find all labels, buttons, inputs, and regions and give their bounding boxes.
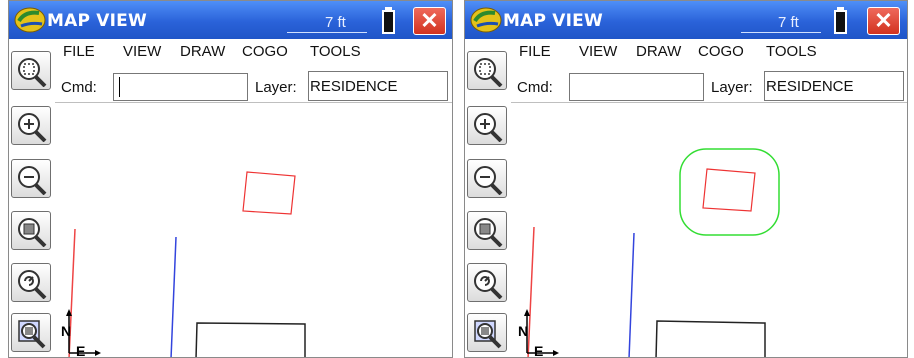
menu-tools[interactable]: TOOLS: [766, 43, 817, 60]
red-boundary-line[interactable]: [527, 226, 535, 358]
menu-view[interactable]: VIEW: [579, 43, 617, 60]
menu-draw[interactable]: DRAW: [180, 43, 225, 60]
app-logo-icon: [470, 7, 502, 33]
menu-cogo[interactable]: COGO: [242, 43, 288, 60]
window-title: MAP VIEW: [47, 11, 147, 31]
title-bar: MAP VIEW 7 ft ✕: [465, 1, 907, 39]
zoom-previous-icon: [18, 270, 47, 299]
pan-icon: [474, 320, 502, 349]
east-label: E: [76, 343, 85, 358]
zoom-window-icon: [474, 218, 503, 247]
zoom-in-icon: [18, 113, 47, 142]
layer-field[interactable]: RESIDENCE: [308, 71, 448, 101]
residence-polygon[interactable]: [242, 171, 296, 215]
zoom-window-button[interactable]: [467, 211, 507, 250]
menu-tools[interactable]: TOOLS: [310, 43, 361, 60]
cmd-label: Cmd:: [517, 79, 553, 96]
zoom-previous-button[interactable]: [11, 263, 51, 302]
title-bar: MAP VIEW 7 ft ✕: [9, 1, 452, 39]
scale-readout: 7 ft: [778, 14, 799, 31]
zoom-window-icon: [18, 218, 47, 247]
scale-bar: [287, 32, 367, 33]
map-view-window-2: MAP VIEW 7 ft ✕ FILE VIEW DRAW COGO TOOL…: [464, 0, 908, 358]
residence-polygon[interactable]: [702, 168, 756, 212]
zoom-out-icon: [18, 166, 47, 195]
layer-label: Layer:: [255, 79, 297, 96]
zoom-out-icon: [474, 166, 503, 195]
battery-icon: [382, 7, 395, 34]
scale-bar: [741, 32, 821, 33]
layer-field[interactable]: RESIDENCE: [764, 71, 904, 101]
close-button[interactable]: ✕: [867, 7, 900, 35]
zoom-extents-button[interactable]: [467, 51, 507, 90]
north-label: N: [518, 323, 528, 339]
battery-icon: [834, 7, 847, 34]
blue-boundary-line[interactable]: [628, 232, 635, 358]
east-label: E: [534, 343, 543, 358]
zoom-extents-button[interactable]: [11, 51, 51, 90]
black-structure-outline[interactable]: [655, 320, 766, 358]
zoom-out-button[interactable]: [467, 159, 507, 198]
north-label: N: [61, 323, 71, 339]
menu-cogo[interactable]: COGO: [698, 43, 744, 60]
zoom-previous-icon: [474, 270, 503, 299]
blue-boundary-line[interactable]: [170, 236, 177, 358]
window-title: MAP VIEW: [503, 11, 603, 31]
zoom-window-button[interactable]: [11, 211, 51, 250]
selection-highlight: [679, 148, 780, 236]
menu-view[interactable]: VIEW: [123, 43, 161, 60]
pan-button[interactable]: [467, 313, 507, 352]
layer-label: Layer:: [711, 79, 753, 96]
zoom-extents-icon: [474, 58, 503, 87]
zoom-extents-icon: [18, 58, 47, 87]
cmd-input[interactable]: [113, 73, 248, 101]
zoom-previous-button[interactable]: [467, 263, 507, 302]
map-canvas[interactable]: N E: [511, 103, 907, 358]
cmd-input[interactable]: [569, 73, 704, 101]
menu-file[interactable]: FILE: [519, 43, 551, 60]
map-view-window-1: MAP VIEW 7 ft ✕ FILE VIEW DRAW COGO TOOL…: [8, 0, 453, 358]
map-canvas[interactable]: N E: [55, 103, 452, 358]
zoom-out-button[interactable]: [11, 159, 51, 198]
zoom-in-button[interactable]: [467, 106, 507, 145]
zoom-in-button[interactable]: [11, 106, 51, 145]
black-structure-outline[interactable]: [195, 322, 306, 358]
scale-readout: 7 ft: [325, 14, 346, 31]
menu-file[interactable]: FILE: [63, 43, 95, 60]
pan-icon: [18, 320, 46, 349]
menu-draw[interactable]: DRAW: [636, 43, 681, 60]
pan-button[interactable]: [11, 313, 51, 352]
cmd-label: Cmd:: [61, 79, 97, 96]
close-button[interactable]: ✕: [413, 7, 446, 35]
text-caret: [119, 77, 120, 97]
zoom-in-icon: [474, 113, 503, 142]
app-logo-icon: [14, 7, 46, 33]
